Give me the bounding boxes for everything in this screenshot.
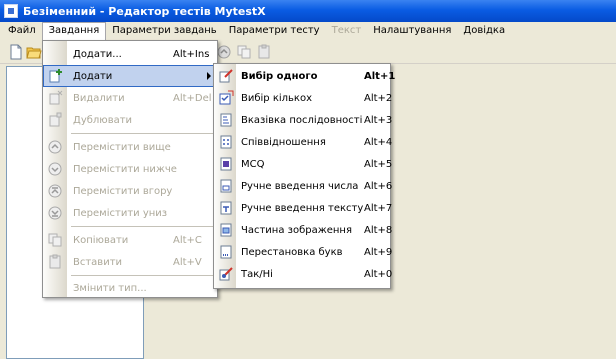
submenu-item-shortcut: Alt+2	[364, 92, 393, 104]
menu-item-label: Перемістити нижче	[73, 163, 177, 175]
menu-item-move-top[interactable]: Перемістити вгору	[43, 180, 217, 202]
submenu-item-label: Ручне введення числа	[241, 180, 359, 192]
menu-separator	[71, 226, 215, 227]
menu-item-add[interactable]: Додати	[43, 65, 217, 87]
move-top-icon	[48, 184, 62, 198]
submenu-item-shortcut: Alt+1	[364, 70, 396, 82]
submenu-item-letters[interactable]: Перестановка букв Alt+9	[214, 241, 393, 263]
menu-item-label: Перемістити униз	[73, 207, 168, 219]
sequence-icon	[220, 113, 232, 127]
submenu-arrow-icon	[207, 72, 211, 80]
menu-text[interactable]: Текст	[326, 22, 368, 40]
menu-item-shortcut: Alt+Ins	[173, 48, 210, 60]
submenu-item-number-input[interactable]: Ручне введення числа Alt+6	[214, 175, 393, 197]
app-icon	[4, 4, 18, 18]
submenu-item-label: Співвідношення	[241, 136, 326, 148]
move-icon[interactable]	[216, 44, 232, 60]
submenu-item-image-area[interactable]: Частина зображення Alt+8	[214, 219, 393, 241]
menu-item-label: Змінити тип...	[73, 282, 147, 294]
duplicate-icon	[49, 112, 62, 127]
menu-item-label: Додати	[73, 70, 113, 82]
menu-item-paste[interactable]: Вставити Alt+V	[43, 251, 217, 273]
menu-item-add-dialog[interactable]: Додати... Alt+Ins	[43, 43, 217, 65]
menu-item-label: Перемістити вище	[73, 141, 171, 153]
submenu-item-multiple-choice[interactable]: Вибір кількох Alt+2	[214, 87, 393, 109]
submenu-item-shortcut: Alt+7	[364, 202, 393, 214]
text-input-icon	[220, 201, 232, 215]
submenu-item-shortcut: Alt+6	[364, 180, 393, 192]
submenu-item-yes-no[interactable]: Так/Ні Alt+0	[214, 263, 393, 285]
menu-item-shortcut: Alt+C	[173, 234, 202, 246]
move-down-icon	[48, 162, 62, 176]
tasks-menu: Додати... Alt+Ins Додати Видалити Alt+De…	[42, 40, 218, 298]
image-area-icon	[220, 223, 232, 237]
copy-icon	[48, 233, 62, 247]
yes-no-icon	[219, 267, 233, 281]
move-up-icon	[48, 140, 62, 154]
menu-item-label: Копіювати	[73, 234, 129, 246]
submenu-item-label: Частина зображення	[241, 224, 352, 236]
add-icon	[49, 69, 62, 83]
paste-icon	[49, 254, 61, 269]
menu-item-delete[interactable]: Видалити Alt+Del	[43, 87, 217, 109]
submenu-item-label: Так/Ні	[241, 268, 273, 280]
submenu-item-shortcut: Alt+3	[364, 114, 393, 126]
menu-item-move-down[interactable]: Перемістити нижче	[43, 158, 217, 180]
menu-settings[interactable]: Налаштування	[367, 22, 457, 40]
paste-toolbar-icon[interactable]	[256, 44, 272, 60]
title-bar: Безіменний - Редактор тестів MytestX	[0, 0, 616, 22]
submenu-item-single-choice[interactable]: Вибір одного Alt+1	[214, 65, 395, 87]
menu-item-label: Перемістити вгору	[73, 185, 173, 197]
menu-test-params[interactable]: Параметри тесту	[223, 22, 326, 40]
multiple-choice-icon	[219, 90, 234, 105]
menu-item-move-bottom[interactable]: Перемістити униз	[43, 202, 217, 224]
menu-separator	[71, 275, 215, 276]
menu-item-duplicate[interactable]: Дублювати	[43, 109, 217, 131]
copy-toolbar-icon[interactable]	[236, 44, 252, 60]
submenu-item-mcq[interactable]: MCQ Alt+5	[214, 153, 393, 175]
menu-tasks[interactable]: Завдання	[41, 22, 107, 40]
submenu-item-label: MCQ	[241, 158, 265, 170]
menu-item-move-up[interactable]: Перемістити вище	[43, 136, 217, 158]
submenu-item-shortcut: Alt+8	[364, 224, 393, 236]
menu-bar: Файл Завдання Параметри завдань Параметр…	[0, 22, 616, 40]
menu-item-change-type[interactable]: Змінити тип...	[43, 277, 217, 299]
menu-item-copy[interactable]: Копіювати Alt+C	[43, 229, 217, 251]
submenu-item-label: Вибір кількох	[241, 92, 313, 104]
menu-item-shortcut: Alt+Del	[173, 92, 212, 104]
matching-icon	[220, 135, 232, 149]
menu-help[interactable]: Довідка	[457, 22, 511, 40]
single-choice-icon	[219, 69, 233, 83]
menu-file[interactable]: Файл	[2, 22, 42, 40]
submenu-item-shortcut: Alt+9	[364, 246, 393, 258]
menu-task-params[interactable]: Параметри завдань	[106, 22, 222, 40]
menu-item-label: Вставити	[73, 256, 123, 268]
menu-item-label: Дублювати	[73, 114, 133, 126]
submenu-item-label: Перестановка букв	[241, 246, 343, 258]
submenu-item-shortcut: Alt+5	[364, 158, 393, 170]
mcq-icon	[220, 157, 232, 171]
delete-icon	[49, 90, 63, 105]
letters-icon	[220, 245, 232, 259]
menu-separator	[71, 133, 215, 134]
open-folder-icon[interactable]	[26, 44, 42, 60]
submenu-item-text-input[interactable]: Ручне введення тексту Alt+7	[214, 197, 393, 219]
new-file-icon[interactable]	[8, 44, 24, 60]
submenu-item-sequence[interactable]: Вказівка послідовності Alt+3	[214, 109, 393, 131]
window-title: Безіменний - Редактор тестів MytestX	[23, 4, 266, 18]
submenu-item-label: Вибір одного	[241, 70, 318, 82]
menu-item-label: Видалити	[73, 92, 125, 104]
add-submenu: Вибір одного Alt+1 Вибір кількох Alt+2 В…	[213, 63, 395, 289]
number-input-icon	[220, 179, 232, 193]
menu-item-shortcut: Alt+V	[173, 256, 202, 268]
submenu-item-matching[interactable]: Співвідношення Alt+4	[214, 131, 393, 153]
submenu-item-label: Ручне введення тексту	[241, 202, 364, 214]
submenu-item-label: Вказівка послідовності	[241, 114, 363, 126]
submenu-item-shortcut: Alt+0	[364, 268, 393, 280]
move-bottom-icon	[48, 206, 62, 220]
menu-item-label: Додати...	[73, 48, 122, 60]
submenu-item-shortcut: Alt+4	[364, 136, 393, 148]
